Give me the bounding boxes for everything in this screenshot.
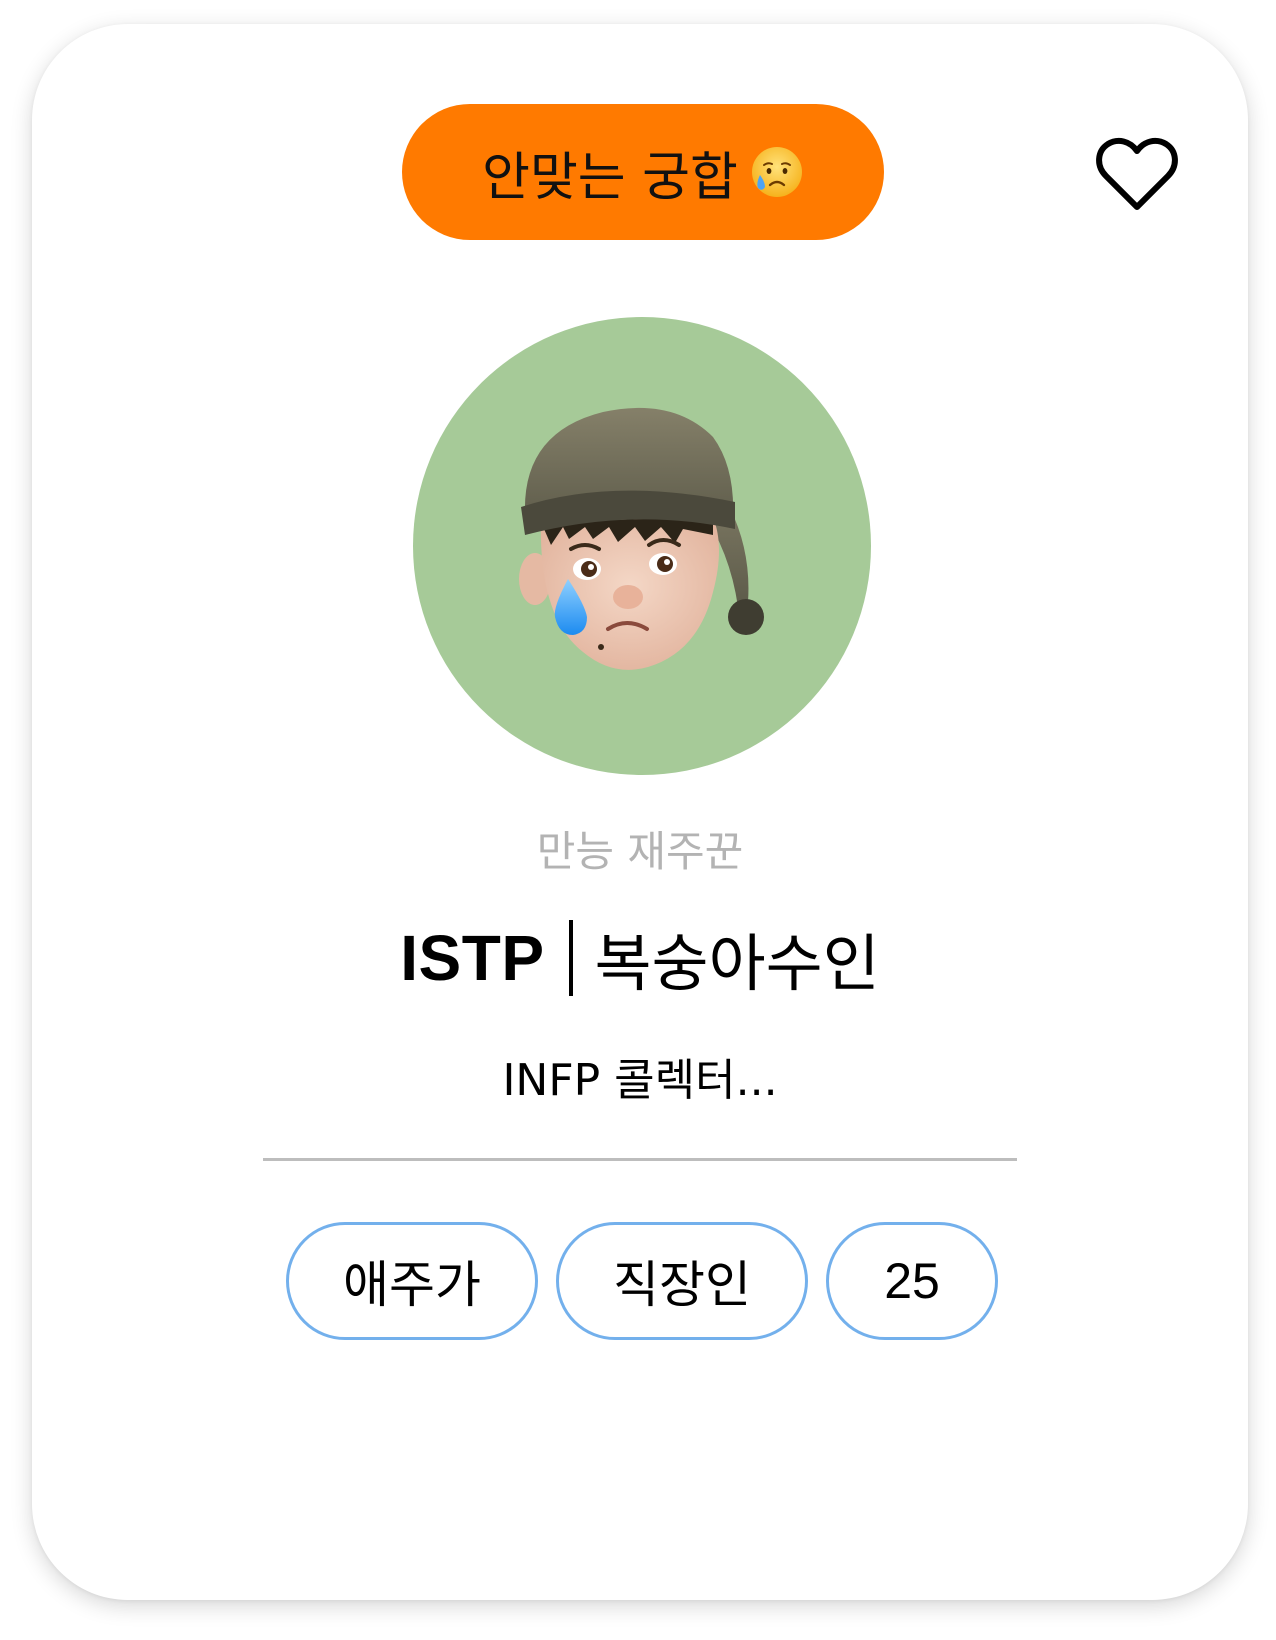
favorite-heart-button[interactable] <box>1095 132 1179 216</box>
tag-chip-age[interactable]: 25 <box>826 1222 998 1340</box>
compatibility-label: 안맞는 궁합 <box>482 147 738 208</box>
profile-card[interactable]: 안맞는 궁합 만능 재주꾼 ISTP 복숭아수인 INFP 콜렉터... 애주가… <box>32 24 1248 1600</box>
tag-chip[interactable]: 애주가 <box>286 1222 538 1340</box>
profile-name-row: ISTP 복숭아수인 <box>32 917 1248 1000</box>
nickname: 복숭아수인 <box>594 927 880 1000</box>
memoji-avatar-icon <box>519 407 764 670</box>
name-divider <box>568 920 573 996</box>
profile-bio: INFP 콜렉터... <box>502 1055 778 1106</box>
profile-subtitle: 만능 재주꾼 <box>536 827 744 876</box>
compatibility-badge[interactable]: 안맞는 궁합 <box>402 104 884 240</box>
mbti-type: ISTP <box>400 922 545 994</box>
profile-avatar <box>413 317 871 775</box>
sad-face-icon <box>750 145 804 199</box>
section-divider <box>263 1158 1017 1161</box>
tag-chip[interactable]: 직장인 <box>556 1222 808 1340</box>
tag-list: 애주가 직장인 25 <box>286 1222 998 1340</box>
heart-outline-icon <box>1096 137 1178 210</box>
